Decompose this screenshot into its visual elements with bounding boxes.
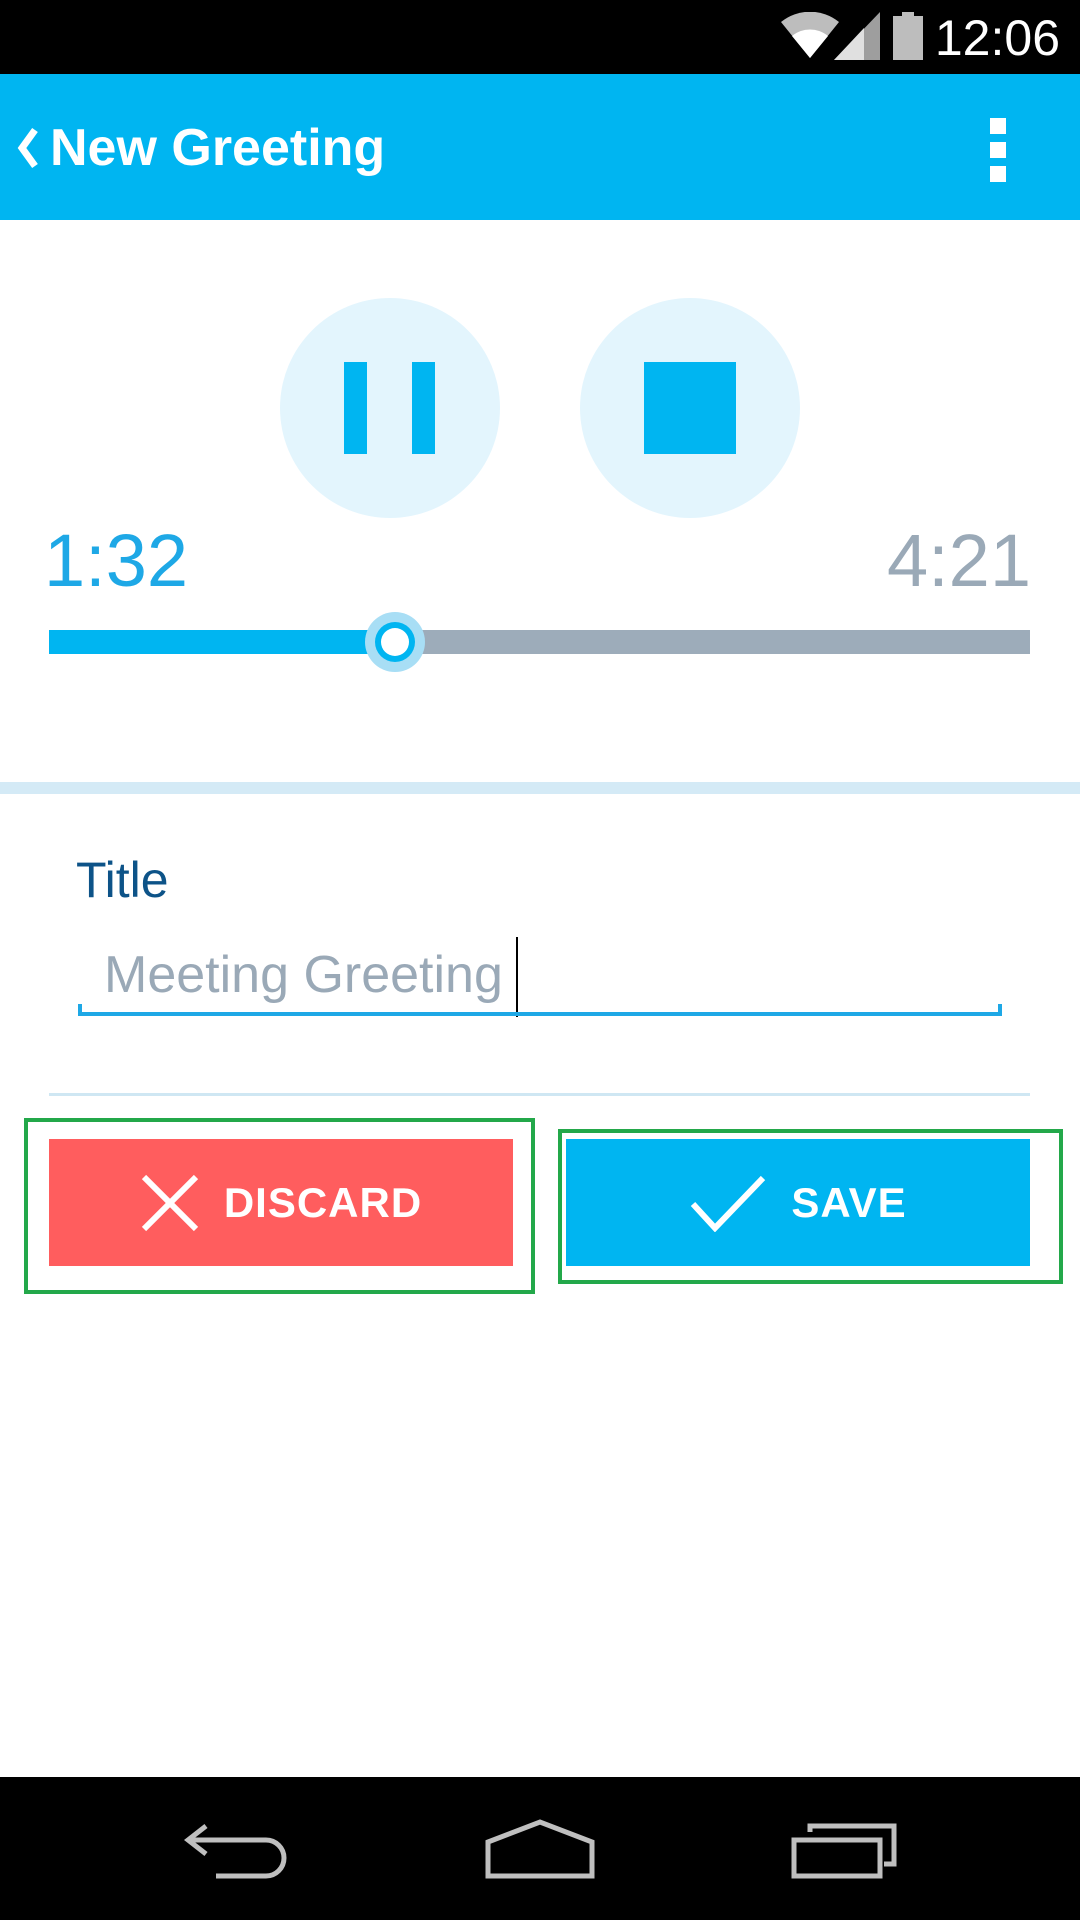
page-title: New Greeting	[50, 119, 386, 177]
home-icon[interactable]	[484, 1818, 596, 1880]
stop-button[interactable]	[580, 298, 800, 518]
discard-button[interactable]: DISCARD	[49, 1139, 513, 1266]
form-divider	[49, 1093, 1030, 1096]
underline-tick-right	[998, 1004, 1002, 1016]
slider-thumb-core	[381, 628, 410, 656]
overflow-menu-icon-dot	[990, 142, 1006, 158]
progress-slider[interactable]	[49, 612, 1030, 672]
recents-icon[interactable]	[790, 1822, 898, 1880]
stop-icon	[644, 362, 736, 454]
checkmark-icon	[691, 1175, 766, 1232]
back-button[interactable]	[8, 98, 48, 198]
underline-tick-left	[78, 1004, 82, 1016]
signal-icon	[834, 12, 880, 60]
title-label: Title	[76, 852, 169, 908]
close-icon	[141, 1174, 198, 1231]
chevron-left-icon	[17, 127, 38, 169]
battery-icon	[893, 12, 923, 60]
wifi-icon	[781, 12, 839, 58]
section-divider	[0, 782, 1080, 794]
save-label: SAVE	[791, 1178, 907, 1226]
back-icon[interactable]	[184, 1822, 290, 1880]
title-input-underline	[78, 1012, 1002, 1016]
overflow-menu-button[interactable]	[968, 100, 1028, 200]
pause-icon-bar	[412, 362, 435, 454]
progress-fill	[49, 630, 396, 654]
slider-thumb[interactable]	[365, 612, 426, 672]
status-time: 12:06	[934, 10, 1060, 66]
total-time: 4:21	[886, 519, 1031, 602]
overflow-menu-icon-dot	[990, 166, 1006, 182]
slider-thumb-ring	[375, 622, 416, 662]
discard-label: DISCARD	[223, 1178, 423, 1226]
pause-icon	[344, 362, 367, 454]
save-button[interactable]: SAVE	[566, 1139, 1030, 1266]
elapsed-time: 1:32	[44, 519, 189, 602]
pause-button[interactable]	[280, 298, 500, 518]
overflow-menu-icon	[990, 118, 1006, 134]
text-cursor	[516, 937, 518, 1017]
title-input[interactable]	[78, 935, 1002, 1015]
